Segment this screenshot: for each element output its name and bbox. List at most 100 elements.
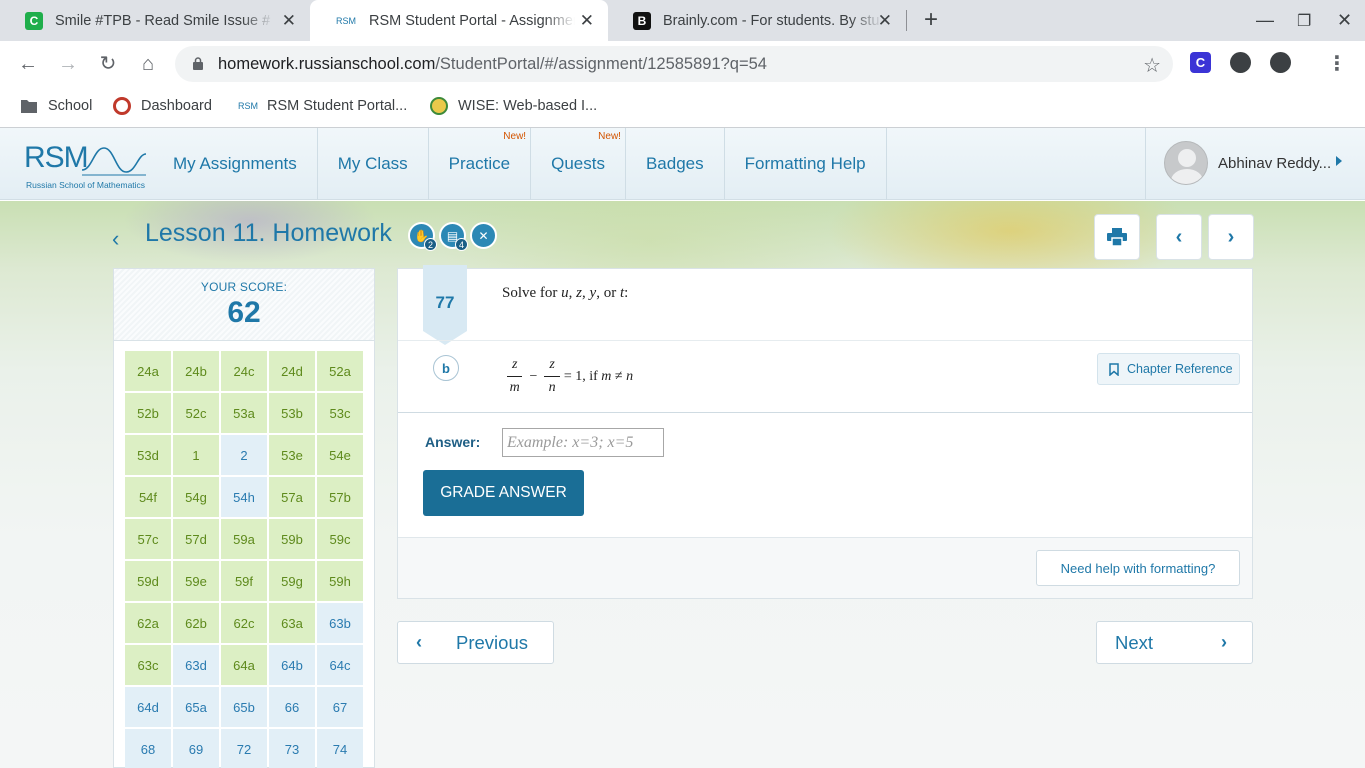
close-window-icon[interactable]: ✕ xyxy=(1337,10,1352,31)
question-cell[interactable]: 59h xyxy=(317,561,363,601)
question-cell[interactable]: 74 xyxy=(317,729,363,768)
question-cell[interactable]: 57c xyxy=(125,519,171,559)
nav-my-assignments[interactable]: My Assignments xyxy=(153,128,318,200)
question-cell[interactable]: 57a xyxy=(269,477,315,517)
question-cell[interactable]: 54h xyxy=(221,477,267,517)
question-cell[interactable]: 64d xyxy=(125,687,171,727)
question-cell[interactable]: 52a xyxy=(317,351,363,391)
nav-badges[interactable]: Badges xyxy=(626,128,725,200)
rsm-logo[interactable]: RSM Russian School of Mathematics xyxy=(24,138,146,190)
bookmark-star-icon[interactable]: ☆ xyxy=(1143,53,1161,78)
question-cell[interactable]: 24d xyxy=(269,351,315,391)
forward-arrow-icon[interactable]: → xyxy=(57,53,79,75)
question-cell[interactable]: 67 xyxy=(317,687,363,727)
new-tab-plus-icon[interactable]: + xyxy=(924,8,938,32)
bookmark-dashboard[interactable]: Dashboard xyxy=(113,97,212,115)
browser-menu-icon[interactable]: ⋮ xyxy=(1326,53,1348,75)
restore-icon[interactable]: ❐ xyxy=(1297,11,1311,31)
user-menu[interactable]: Abhinav Reddy... xyxy=(1145,128,1365,200)
chevron-left-icon[interactable]: ‹ xyxy=(112,226,119,252)
score-value: 62 xyxy=(227,296,261,329)
extension-shield-2-icon[interactable] xyxy=(1270,52,1291,73)
question-cell[interactable]: 53c xyxy=(317,393,363,433)
question-cell[interactable]: 62b xyxy=(173,603,219,643)
question-cell[interactable]: 53b xyxy=(269,393,315,433)
printer-icon xyxy=(1107,228,1127,246)
grade-answer-button[interactable]: GRADE ANSWER xyxy=(423,470,584,516)
question-cell[interactable]: 68 xyxy=(125,729,171,768)
question-cell[interactable]: 64b xyxy=(269,645,315,685)
question-cell[interactable]: 62c xyxy=(221,603,267,643)
extension-shield-icon[interactable] xyxy=(1230,52,1251,73)
browser-tab-rsm[interactable]: RSM RSM Student Portal - Assignmen ✕ xyxy=(310,0,608,41)
reload-icon[interactable]: ↻ xyxy=(97,53,119,75)
next-question-button[interactable]: › xyxy=(1208,214,1254,260)
question-cell[interactable]: 64c xyxy=(317,645,363,685)
question-cell[interactable]: 53d xyxy=(125,435,171,475)
question-cell[interactable]: 59a xyxy=(221,519,267,559)
cond-op: ≠ xyxy=(614,368,623,384)
nav-formatting-help[interactable]: Formatting Help xyxy=(725,128,887,200)
question-cell[interactable]: 59b xyxy=(269,519,315,559)
home-icon[interactable]: ⌂ xyxy=(137,53,159,75)
question-cell[interactable]: 63a xyxy=(269,603,315,643)
worksheet-icon[interactable]: ▤ 4 xyxy=(439,222,468,251)
question-cell[interactable]: 64a xyxy=(221,645,267,685)
minimize-icon[interactable]: — xyxy=(1256,10,1274,31)
formatting-help-button[interactable]: Need help with formatting? xyxy=(1036,550,1240,586)
next-button[interactable]: Next › xyxy=(1096,621,1253,664)
question-cell[interactable]: 52c xyxy=(173,393,219,433)
close-tab-icon[interactable]: ✕ xyxy=(282,12,296,29)
question-cell[interactable]: 52b xyxy=(125,393,171,433)
question-cell[interactable]: 65b xyxy=(221,687,267,727)
answer-input[interactable] xyxy=(502,428,664,457)
back-arrow-icon[interactable]: ← xyxy=(17,53,39,75)
question-cell[interactable]: 59e xyxy=(173,561,219,601)
nav-quests[interactable]: Quests New! xyxy=(531,128,626,200)
question-cell[interactable]: 1 xyxy=(173,435,219,475)
prev-question-button[interactable]: ‹ xyxy=(1156,214,1202,260)
question-cell[interactable]: 59c xyxy=(317,519,363,559)
hand-icon[interactable]: ✋ 2 xyxy=(408,222,437,251)
question-cell[interactable]: 24c xyxy=(221,351,267,391)
bookmark-school[interactable]: School xyxy=(20,97,92,115)
question-cell[interactable]: 54g xyxy=(173,477,219,517)
extension-c-icon[interactable]: C xyxy=(1190,52,1211,73)
question-cell[interactable]: 53e xyxy=(269,435,315,475)
question-cell[interactable]: 66 xyxy=(269,687,315,727)
chapter-reference-button[interactable]: Chapter Reference xyxy=(1097,353,1240,385)
close-tab-icon[interactable]: ✕ xyxy=(878,12,892,29)
question-cell[interactable]: 59d xyxy=(125,561,171,601)
tools-icon[interactable]: ✕ xyxy=(470,222,497,249)
browser-tab-brainly[interactable]: B Brainly.com - For students. By stu ✕ xyxy=(608,0,906,41)
bookmark-wise[interactable]: WISE: Web-based I... xyxy=(430,97,597,115)
question-cell[interactable]: 62a xyxy=(125,603,171,643)
print-button[interactable] xyxy=(1094,214,1140,260)
address-bar[interactable]: homework.russianschool.com/StudentPortal… xyxy=(175,46,1173,82)
question-cell[interactable]: 54f xyxy=(125,477,171,517)
question-cell[interactable]: 59f xyxy=(221,561,267,601)
question-cell[interactable]: 24b xyxy=(173,351,219,391)
prompt-var: z xyxy=(576,285,583,301)
question-cell[interactable]: 53a xyxy=(221,393,267,433)
bookmark-rsm-portal[interactable]: RSM RSM Student Portal... xyxy=(237,97,407,115)
question-number: 77 xyxy=(435,293,455,312)
question-cell[interactable]: 54e xyxy=(317,435,363,475)
nav-my-class[interactable]: My Class xyxy=(318,128,429,200)
question-cell[interactable]: 57d xyxy=(173,519,219,559)
question-cell[interactable]: 2 xyxy=(221,435,267,475)
question-cell[interactable]: 63d xyxy=(173,645,219,685)
question-cell[interactable]: 63c xyxy=(125,645,171,685)
browser-tab-smile[interactable]: C Smile #TPB - Read Smile Issue # ✕ xyxy=(0,0,310,41)
close-tab-icon[interactable]: ✕ xyxy=(580,12,594,29)
question-cell[interactable]: 65a xyxy=(173,687,219,727)
nav-practice[interactable]: Practice New! xyxy=(429,128,532,200)
question-cell[interactable]: 63b xyxy=(317,603,363,643)
question-cell[interactable]: 24a xyxy=(125,351,171,391)
question-cell[interactable]: 72 xyxy=(221,729,267,768)
question-cell[interactable]: 59g xyxy=(269,561,315,601)
question-cell[interactable]: 73 xyxy=(269,729,315,768)
question-cell[interactable]: 57b xyxy=(317,477,363,517)
question-cell[interactable]: 69 xyxy=(173,729,219,768)
previous-button[interactable]: ‹ Previous xyxy=(397,621,554,664)
